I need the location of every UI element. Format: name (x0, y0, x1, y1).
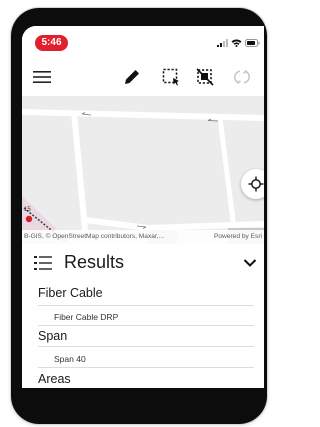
pencil-icon[interactable] (122, 67, 142, 87)
locate-button[interactable] (241, 169, 264, 199)
hamburger-menu-icon[interactable] (32, 67, 52, 87)
group-label-fiber-cable[interactable]: Fiber Cable (38, 286, 103, 300)
results-title: Results (64, 252, 125, 272)
status-time: 5:46 (35, 35, 68, 51)
clear-selection-icon[interactable] (195, 67, 215, 87)
status-icons (217, 39, 260, 47)
powered-by-text[interactable]: Powered by Esri (212, 230, 264, 244)
app-screen: 5:46 15 B-GIS, © OpenStreetMap contribut… (22, 26, 264, 388)
map-attribution: B-GIS, © OpenStreetMap contributors, Max… (22, 230, 264, 244)
divider (38, 346, 254, 347)
locate-crosshair-icon (248, 176, 264, 192)
wifi-icon (231, 39, 242, 47)
map-canvas (22, 96, 264, 244)
list-item-span-40[interactable]: Span 40 (54, 354, 86, 364)
results-panel: Results Fiber Cable Fiber Cable DRP Span… (22, 244, 264, 388)
status-bar: 5:46 (22, 26, 264, 58)
results-header[interactable]: Results (22, 244, 264, 278)
group-label-areas[interactable]: Areas (38, 372, 71, 386)
divider (38, 367, 254, 368)
rectangle-select-icon[interactable] (161, 67, 181, 87)
map-view[interactable]: 15 B-GIS, © OpenStreetMap contributors, … (22, 96, 264, 244)
chevron-down-icon[interactable] (243, 258, 257, 268)
list-icon (34, 256, 52, 270)
group-label-span[interactable]: Span (38, 329, 67, 343)
divider (38, 325, 254, 326)
signal-icon (217, 39, 228, 47)
battery-icon (245, 39, 260, 47)
attribution-text: B-GIS, © OpenStreetMap contributors, Max… (24, 233, 165, 240)
refresh-icon[interactable] (232, 67, 252, 87)
toolbar (22, 58, 264, 96)
divider (38, 305, 254, 306)
list-item-fiber-cable-drp[interactable]: Fiber Cable DRP (54, 312, 118, 322)
map-marker (25, 215, 33, 223)
map-marker-label: 15 (24, 207, 31, 213)
